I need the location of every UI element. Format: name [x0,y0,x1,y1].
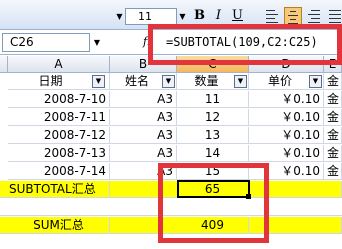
cell-price[interactable]: ￥0.10 [249,145,324,162]
header-cell-name: 姓名 ▼ [110,73,177,90]
cell-date[interactable]: 2008-7-11 [8,109,110,126]
cell-price[interactable]: ￥0.10 [249,127,324,144]
cell-quantity[interactable]: 14 [177,145,249,162]
align-left-icon [263,10,281,23]
select-all-corner[interactable] [0,56,8,73]
align-right-icon [305,10,323,23]
align-center-button[interactable] [284,7,302,25]
header-cell-date: 日期 ▼ [8,73,110,90]
col-header-a[interactable]: A [8,56,110,73]
cell-date[interactable]: 2008-7-13 [8,145,110,162]
cell-quantity[interactable]: 11 [177,91,249,108]
align-left-button[interactable] [263,7,281,25]
filter-dropdown-icon[interactable]: ▼ [309,75,322,88]
header-price-label: 单价 [267,74,292,88]
name-box[interactable]: C26 [2,33,90,52]
results-highlight-box [158,163,269,243]
cell-name[interactable]: A3 [110,109,177,126]
font-size-dropdown-arrow[interactable]: ▼ [177,8,188,25]
header-cell-extra: 金 [324,73,342,90]
cell-name[interactable]: A3 [110,145,177,162]
name-box-dropdown-icon[interactable]: ▼ [90,33,104,52]
merge-center-icon [326,10,342,23]
font-size-select[interactable]: 11 [125,8,177,25]
filter-dropdown-icon[interactable]: ▼ [162,75,175,88]
cell-date[interactable]: 2008-7-14 [8,163,110,180]
formula-highlight-box [148,24,342,65]
header-quantity-label: 数量 [194,74,219,88]
underline-button[interactable]: U [229,7,246,25]
header-date-label: 日期 [38,74,63,88]
header-cell-price: 单价 ▼ [249,73,324,90]
cell-quantity[interactable]: 12 [177,109,249,126]
font-name-dropdown-arrow[interactable]: ▼ [114,8,125,25]
cell-date[interactable]: 2008-7-12 [8,127,110,144]
cell-extra[interactable]: 金 [324,91,342,108]
italic-button[interactable]: I [210,7,227,25]
cell-quantity[interactable]: 13 [177,127,249,144]
header-name-label: 姓名 [124,74,149,88]
filter-dropdown-icon[interactable]: ▼ [234,75,247,88]
header-cell-quantity: 数量 ▼ [177,73,249,90]
cell-extra[interactable]: 金 [324,145,342,162]
cell-name[interactable]: A3 [110,91,177,108]
cell-date[interactable]: 2008-7-10 [8,91,110,108]
bold-button[interactable]: B [191,7,208,25]
cell-extra[interactable]: 金 [324,163,342,180]
cell-extra[interactable]: 金 [324,109,342,126]
cell-price[interactable]: ￥0.10 [249,91,324,108]
merge-center-button[interactable] [326,7,342,25]
sum-label[interactable]: SUM汇总 [8,217,110,234]
cell-name[interactable]: A3 [110,127,177,144]
cell-extra[interactable]: 金 [324,127,342,144]
subtotal-label[interactable]: SUBTOTAL汇总 [8,181,110,198]
filter-dropdown-icon[interactable]: ▼ [92,75,105,88]
cell-price[interactable]: ￥0.10 [249,109,324,126]
align-center-icon [285,11,301,24]
align-right-button[interactable] [305,7,323,25]
